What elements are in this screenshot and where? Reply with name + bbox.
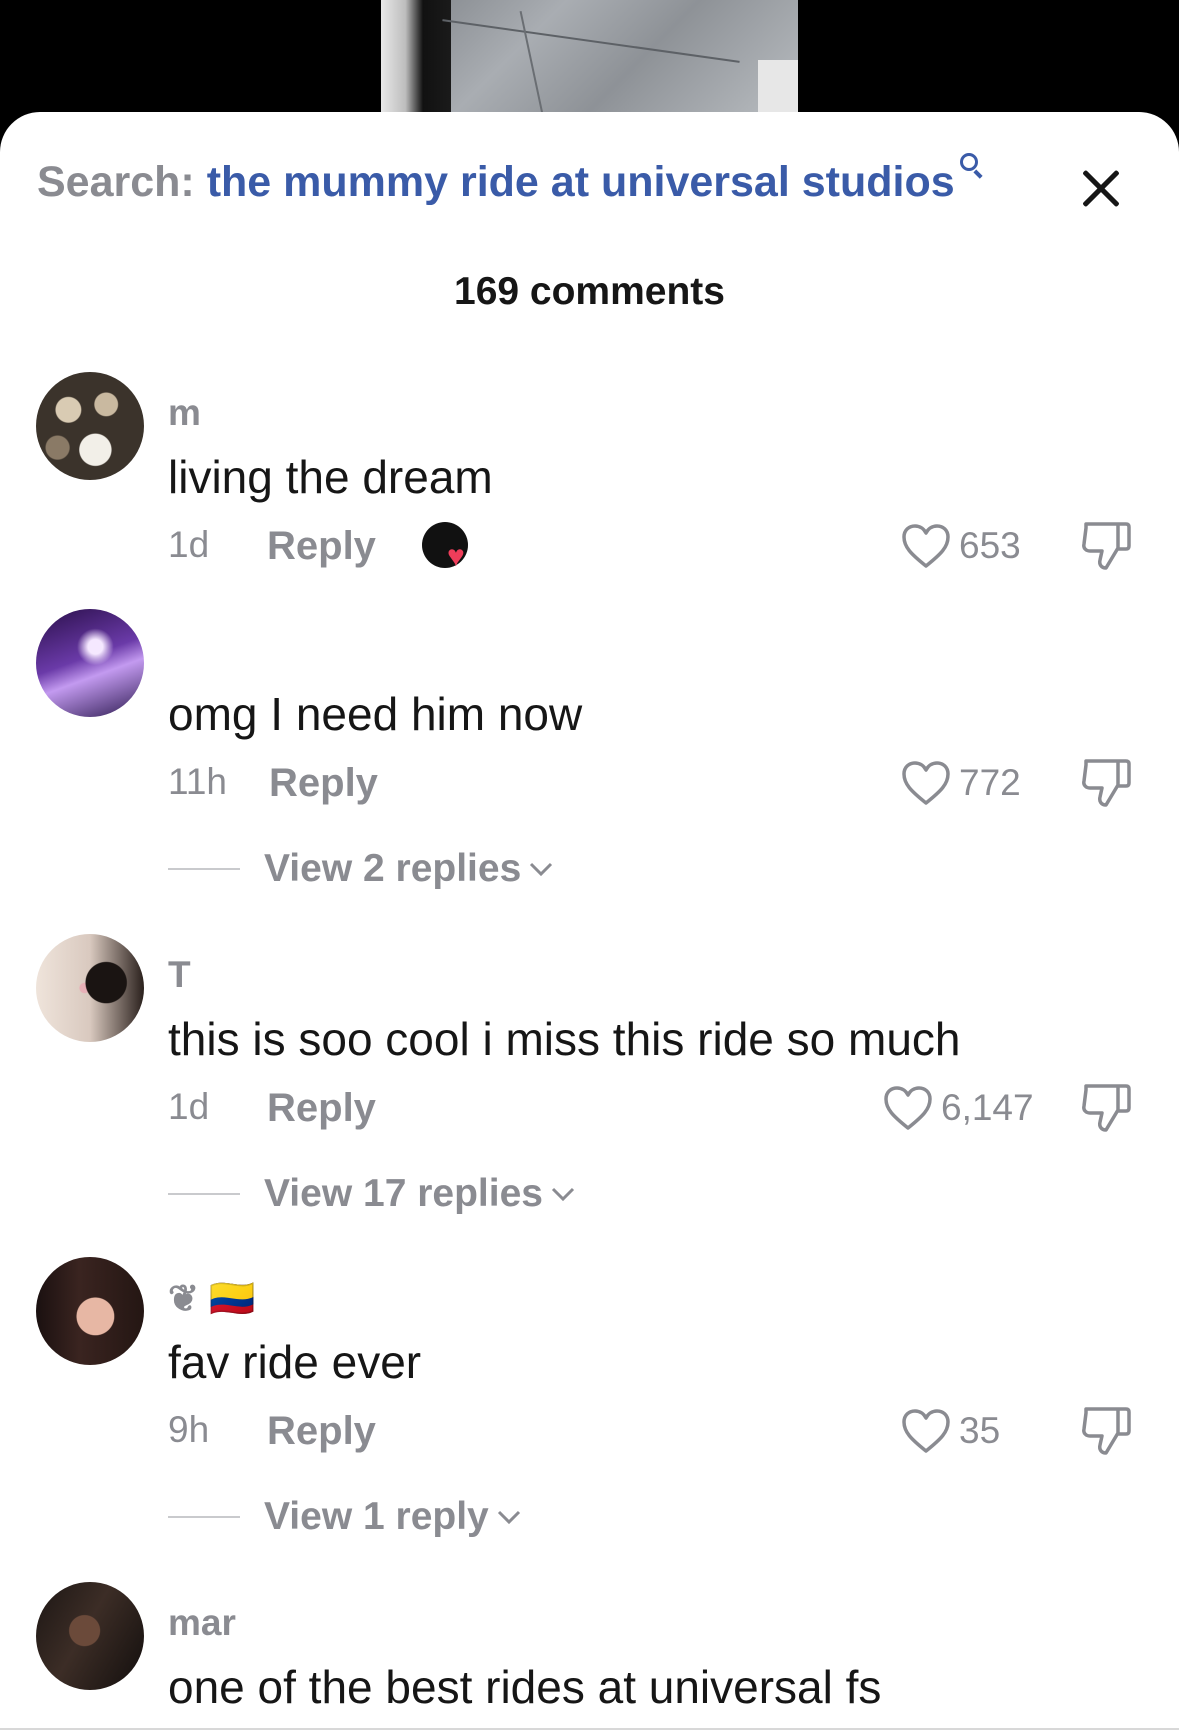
divider-line — [168, 868, 240, 870]
username[interactable]: ❦ 🇨🇴 — [168, 1277, 255, 1321]
reply-button[interactable]: Reply — [267, 524, 376, 569]
timestamp: 11h — [168, 761, 227, 802]
search-prefix: Search: — [37, 158, 195, 206]
view-replies-button[interactable]: View 1 reply — [168, 1492, 523, 1542]
view-replies-button[interactable]: View 17 replies — [168, 1169, 577, 1219]
username[interactable]: T — [168, 954, 191, 996]
avatar[interactable] — [36, 1257, 144, 1365]
dislike-button[interactable] — [1080, 755, 1132, 811]
comment-count: 169 comments — [454, 270, 725, 313]
view-replies-label: View 17 replies — [264, 1172, 543, 1215]
comment-text: one of the best rides at universal fs — [168, 1661, 882, 1713]
comment-text: fav ride ever — [168, 1336, 422, 1388]
thumbs-down-icon — [1082, 522, 1131, 570]
reply-button[interactable]: Reply — [267, 1409, 376, 1454]
view-replies-label: View 2 replies — [264, 847, 522, 890]
comment-actions: 1d Reply ♥ 653 — [168, 522, 1168, 574]
reply-button[interactable]: Reply — [267, 1086, 376, 1131]
comment-text: this is soo cool i miss this ride so muc… — [168, 1013, 961, 1065]
video-thumbnail — [381, 0, 798, 115]
thumbs-down-icon — [1082, 1407, 1131, 1455]
creator-liked-badge: ♥ — [422, 522, 478, 574]
like-count: 653 — [959, 525, 1021, 566]
chevron-down-icon — [530, 862, 553, 877]
comment-actions: 11h Reply 772 — [168, 759, 1168, 811]
timestamp: 9h — [168, 1409, 210, 1450]
heart-icon: ♥ — [447, 540, 465, 573]
dislike-button[interactable] — [1080, 1403, 1132, 1459]
search-query-link[interactable]: the mummy ride at universal studios — [207, 158, 955, 206]
avatar[interactable] — [36, 1582, 144, 1690]
like-count: 6,147 — [941, 1087, 1034, 1128]
reply-button[interactable]: Reply — [269, 761, 378, 806]
like-button[interactable]: 6,147 — [883, 1080, 1034, 1136]
heart-outline-icon — [902, 761, 950, 805]
chevron-down-icon — [551, 1187, 575, 1202]
comment-actions: 1d Reply 6,147 — [168, 1084, 1168, 1136]
search-icon — [959, 152, 983, 179]
comment-text: living the dream — [168, 451, 493, 503]
chevron-down-icon — [497, 1510, 520, 1525]
dislike-button[interactable] — [1080, 518, 1132, 574]
timestamp: 1d — [168, 524, 210, 565]
divider-line — [168, 1193, 240, 1195]
comment-actions: 9h Reply 35 — [168, 1407, 1168, 1459]
avatar[interactable] — [36, 934, 144, 1042]
view-replies-label: View 1 reply — [264, 1495, 489, 1538]
like-count: 772 — [959, 762, 1021, 803]
like-button[interactable]: 772 — [901, 755, 1021, 811]
avatar[interactable] — [36, 609, 144, 717]
thumbs-down-icon — [1082, 1084, 1131, 1132]
like-button[interactable]: 653 — [901, 518, 1021, 574]
view-replies-button[interactable]: View 2 replies — [168, 844, 555, 894]
username[interactable]: mar — [168, 1602, 236, 1644]
thumbs-down-icon — [1082, 759, 1131, 807]
like-count: 35 — [959, 1410, 1001, 1451]
username[interactable]: m — [168, 392, 201, 434]
like-button[interactable]: 35 — [901, 1403, 1000, 1459]
comment-text: omg I need him now — [168, 688, 583, 740]
comments-sheet: Search: the mummy ride at universal stud… — [0, 112, 1179, 1730]
timestamp: 1d — [168, 1086, 210, 1127]
heart-outline-icon — [902, 1409, 950, 1453]
heart-outline-icon — [902, 524, 950, 568]
divider-line — [168, 1516, 240, 1518]
search-suggestion[interactable]: Search: the mummy ride at universal stud… — [37, 153, 1037, 218]
close-button[interactable] — [1075, 162, 1127, 214]
avatar[interactable] — [36, 372, 144, 480]
heart-outline-icon — [884, 1086, 932, 1130]
dislike-button[interactable] — [1080, 1080, 1132, 1136]
video-background[interactable] — [0, 0, 1179, 130]
